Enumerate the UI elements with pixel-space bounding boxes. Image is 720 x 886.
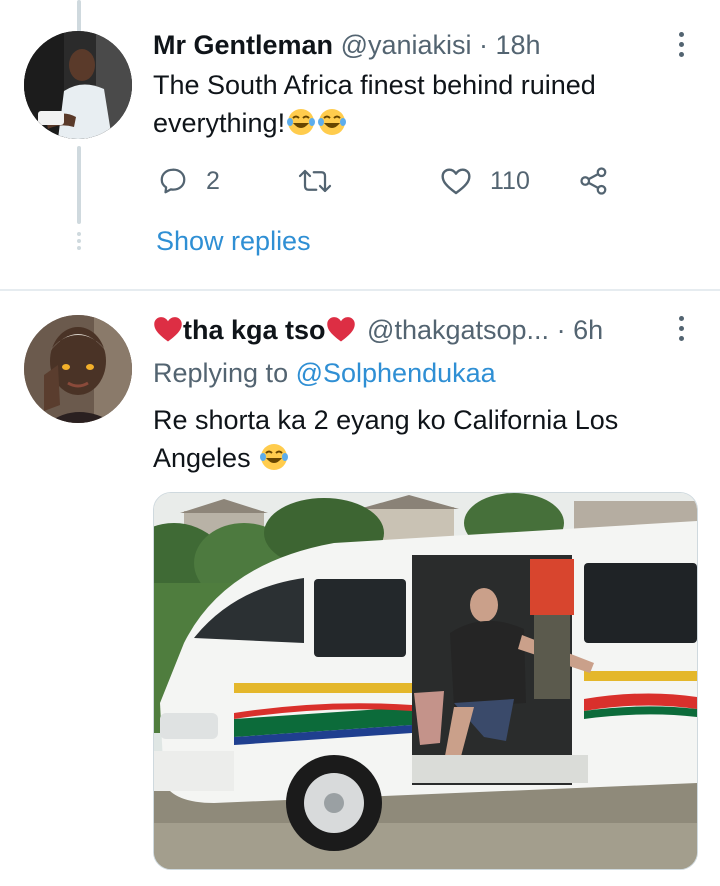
like-button[interactable]: 110 (440, 166, 530, 196)
separator-dot: · (556, 315, 574, 345)
mention-link[interactable]: @Solphendukaa (296, 358, 496, 388)
red-heart-emoji (326, 317, 355, 342)
reply-count: 2 (206, 166, 220, 195)
avatar[interactable] (24, 31, 132, 139)
tweet-text-line: everything! (153, 108, 286, 138)
user-handle[interactable]: @thakgatsop... (367, 315, 549, 345)
heart-icon (441, 168, 471, 195)
show-replies-link[interactable]: Show replies (156, 226, 311, 257)
tears-of-joy-emoji (318, 109, 347, 135)
tweet-text-line: Angeles (153, 443, 251, 473)
display-name[interactable]: Mr Gentleman (153, 30, 333, 60)
divider (0, 289, 720, 291)
tweet-text: Re shorta ka 2 eyang ko California Los A… (153, 401, 618, 477)
like-count: 110 (490, 166, 530, 195)
retweet-button[interactable] (297, 166, 333, 196)
reply-icon (160, 168, 186, 194)
replying-to: Replying to @Solphendukaa (153, 358, 496, 389)
reply-button[interactable]: 2 (158, 166, 220, 196)
tears-of-joy-emoji (260, 444, 289, 470)
share-button[interactable] (578, 166, 610, 196)
timestamp[interactable]: 6h (573, 315, 603, 345)
timestamp[interactable]: 18h (496, 30, 541, 60)
tweet-text: The South Africa finest behind ruined ev… (153, 66, 596, 142)
avatar[interactable] (24, 315, 132, 423)
thread-line (77, 146, 81, 224)
red-heart-emoji (154, 317, 182, 342)
tears-of-joy-emoji (287, 109, 316, 135)
retweet-icon (298, 169, 332, 193)
tweet-media-photo[interactable] (153, 492, 698, 870)
thread-dots (74, 232, 84, 254)
share-icon (580, 167, 607, 195)
tweet-text-line: The South Africa finest behind ruined (153, 70, 596, 100)
tweet-text-line: Re shorta ka 2 eyang ko California Los (153, 405, 619, 435)
display-name[interactable]: tha kga tso (183, 315, 326, 345)
more-vertical-icon[interactable] (675, 32, 687, 66)
separator-dot: · (471, 30, 496, 60)
replying-prefix: Replying to (153, 358, 296, 388)
more-vertical-icon[interactable] (675, 316, 687, 350)
thread-line (77, 0, 81, 32)
user-handle[interactable]: @yaniakisi (341, 30, 472, 60)
